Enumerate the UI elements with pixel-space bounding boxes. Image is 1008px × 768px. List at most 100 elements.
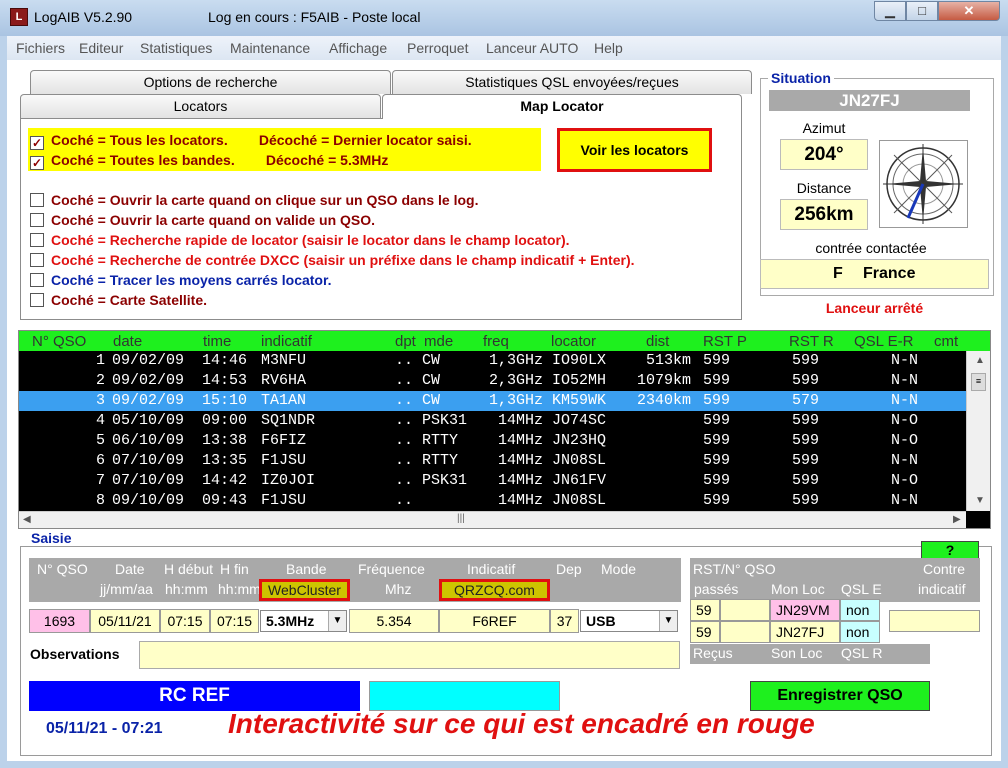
qrzcq-button[interactable]: QRZCQ.com — [439, 579, 550, 601]
menu-statistiques[interactable]: Statistiques — [140, 40, 212, 56]
table-row[interactable]: 3 09/02/09 15:10 TA1AN.. CW 1,3GHz KM59WK 2340k… — [19, 391, 966, 411]
column-header[interactable]: date — [113, 333, 142, 350]
table-cell: N-O — [891, 472, 919, 489]
indicatif-field[interactable]: F6REF — [439, 609, 550, 633]
log-horizontal-scrollbar[interactable]: ◀ ||| ▶ — [19, 511, 966, 528]
mode-value: USB — [586, 613, 616, 629]
column-header[interactable]: time — [203, 333, 231, 350]
option-recherche-locator[interactable]: Coché = Recherche rapide de locator (sai… — [30, 232, 570, 250]
table-row[interactable]: 7 07/10/09 14:42 IZ0JOI.. PSK31 14MHz JN61FV 59… — [19, 471, 966, 491]
menu-affichage[interactable]: Affichage — [329, 40, 387, 56]
frequence-field[interactable]: 5.354 — [349, 609, 439, 633]
qso-sent-field[interactable] — [720, 599, 770, 621]
label-rst: RST/N° QSO — [693, 561, 776, 577]
menu-help[interactable]: Help — [594, 40, 623, 56]
table-row[interactable]: 5 06/10/09 13:38 F6FIZ.. RTTY 14MHz JN23HQ 599 5… — [19, 431, 966, 451]
menu-fichiers[interactable]: Fichiers — [16, 40, 65, 56]
tab-locators[interactable]: Locators — [20, 94, 381, 118]
table-cell: N-N — [891, 392, 919, 409]
column-header[interactable]: RST R — [789, 333, 834, 350]
help-button[interactable]: ? — [921, 541, 979, 559]
hdebut-field[interactable]: 07:15 — [160, 609, 210, 633]
table-cell: 599 — [703, 412, 731, 429]
table-row[interactable]: 4 05/10/09 09:00 SQ1NDR.. PSK31 14MHz JO74SC 59… — [19, 411, 966, 431]
app-icon[interactable]: L — [10, 8, 28, 26]
scroll-left-icon[interactable]: ◀ — [23, 514, 31, 525]
table-row[interactable]: 1 09/02/09 14:46 M3NFU.. CW 1,3GHz IO90LX 513km… — [19, 351, 966, 371]
mode-select[interactable]: USB ▼ — [580, 610, 678, 632]
table-cell: 07/10/09 — [112, 472, 185, 489]
table-cell: .. — [395, 472, 414, 489]
chevron-down-icon[interactable]: ▼ — [328, 611, 346, 631]
table-cell: .. — [395, 452, 414, 469]
scroll-grip-icon[interactable]: ||| — [457, 513, 465, 524]
checkbox[interactable] — [30, 193, 44, 207]
my-locator-field[interactable]: JN29VM — [770, 599, 840, 621]
menu-lanceur-auto[interactable]: Lanceur AUTO — [486, 40, 578, 56]
column-header[interactable]: dist — [646, 333, 669, 350]
rst-sent-field[interactable]: 59 — [690, 599, 720, 621]
table-row[interactable]: 8 09/10/09 09:43 F1JSU.. 14MHz JN08SL 599 599 N-… — [19, 491, 966, 511]
qso-rcvd-field[interactable] — [720, 621, 770, 643]
column-header[interactable]: freq — [483, 333, 509, 350]
qso-number-field[interactable]: 1693 — [29, 609, 90, 633]
menu-perroquet[interactable]: Perroquet — [407, 40, 468, 56]
date-field[interactable]: 05/11/21 — [90, 609, 160, 633]
option-carres-locator[interactable]: Coché = Tracer les moyens carrés locator… — [30, 272, 332, 290]
column-header[interactable]: N° QSO — [32, 333, 86, 350]
option-toutes-bandes[interactable]: ✓ Coché = Toutes les bandes. Décoché = 5.… — [30, 152, 388, 170]
country-name: France — [863, 265, 916, 282]
checkbox[interactable] — [30, 293, 44, 307]
contre-indicatif-field[interactable] — [889, 610, 980, 632]
rst-rcvd-field[interactable]: 59 — [690, 621, 720, 643]
maximize-button[interactable]: □ — [906, 1, 938, 21]
hfin-field[interactable]: 07:15 — [210, 609, 259, 633]
observations-field[interactable] — [139, 641, 680, 669]
bande-select[interactable]: 5.3MHz ▼ — [260, 610, 347, 632]
tab-options-recherche[interactable]: Options de recherche — [30, 70, 391, 94]
option-ouvrir-valide[interactable]: Coché = Ouvrir la carte quand on valide … — [30, 212, 375, 230]
his-locator-field[interactable]: JN27FJ — [770, 621, 840, 643]
option-tous-locators[interactable]: ✓ Coché = Tous les locators. Décoché = De… — [30, 132, 472, 150]
scroll-right-icon[interactable]: ▶ — [953, 514, 961, 525]
scroll-down-icon[interactable]: ▼ — [975, 495, 985, 506]
checkbox[interactable]: ✓ — [30, 136, 44, 150]
column-header[interactable]: indicatif — [261, 333, 312, 350]
column-header[interactable]: cmt — [934, 333, 958, 350]
column-header[interactable]: mde — [424, 333, 453, 350]
checkbox[interactable] — [30, 253, 44, 267]
checkbox[interactable] — [30, 233, 44, 247]
enregistrer-qso-button[interactable]: Enregistrer QSO — [750, 681, 930, 711]
minimize-button[interactable]: ▁ — [874, 1, 906, 21]
qsl-r-field[interactable]: non — [840, 621, 880, 643]
table-row[interactable]: 2 09/02/09 14:53 RV6HA.. CW 2,3GHz IO52MH 1079k… — [19, 371, 966, 391]
column-header[interactable]: RST P — [703, 333, 747, 350]
voir-locators-button[interactable]: Voir les locators — [557, 128, 712, 172]
checkbox[interactable] — [30, 273, 44, 287]
chevron-down-icon[interactable]: ▼ — [659, 611, 677, 631]
azimut-label: Azimut — [802, 120, 846, 136]
menu-editeur[interactable]: Editeur — [79, 40, 123, 56]
webcluster-button[interactable]: WebCluster — [259, 579, 350, 601]
option-carte-satellite[interactable]: Coché = Carte Satellite. — [30, 292, 207, 310]
checkbox[interactable]: ✓ — [30, 156, 44, 170]
scroll-up-icon[interactable]: ▲ — [975, 355, 985, 366]
launcher-status: Lanceur arrêté — [825, 300, 924, 316]
table-row[interactable]: 6 07/10/09 13:35 F1JSU.. RTTY 14MHz JN08SL 599 5… — [19, 451, 966, 471]
checkbox[interactable] — [30, 213, 44, 227]
option-ouvrir-clic[interactable]: Coché = Ouvrir la carte quand on clique … — [30, 192, 478, 210]
qsl-e-field[interactable]: non — [840, 599, 880, 621]
column-header[interactable]: QSL E-R — [854, 333, 913, 350]
scroll-thumb[interactable]: ≡ — [971, 373, 986, 391]
menu-maintenance[interactable]: Maintenance — [230, 40, 310, 56]
column-header[interactable]: locator — [551, 333, 596, 350]
dep-field[interactable]: 37 — [550, 609, 579, 633]
column-header[interactable]: dpt — [395, 333, 416, 350]
log-vertical-scrollbar[interactable]: ▲ ≡ ▼ — [966, 351, 990, 511]
saisie-title: Saisie — [28, 530, 75, 546]
close-button[interactable]: ✕ — [938, 1, 1000, 21]
table-cell: .. — [395, 372, 414, 389]
tab-map-locator[interactable]: Map Locator — [382, 94, 742, 119]
option-recherche-dxcc[interactable]: Coché = Recherche de contrée DXCC (saisi… — [30, 252, 635, 270]
tab-statistiques-qsl[interactable]: Statistiques QSL envoyées/reçues — [392, 70, 752, 94]
